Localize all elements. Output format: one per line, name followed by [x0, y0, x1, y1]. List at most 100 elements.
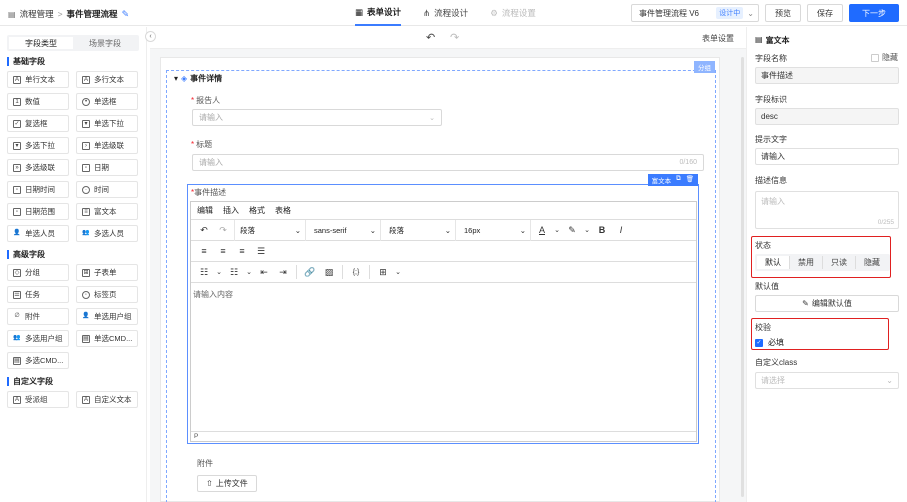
field-item[interactable]: A 单行文本: [7, 71, 69, 88]
field-id-input[interactable]: desc: [755, 108, 899, 125]
align-center-icon[interactable]: ≡: [215, 246, 231, 256]
field-name-input[interactable]: 事件描述: [755, 67, 899, 84]
field-item[interactable]: 1 数值: [7, 93, 69, 110]
align-right-icon[interactable]: ≡: [234, 246, 250, 256]
chevron-down-icon[interactable]: ⌄: [245, 268, 253, 276]
custom-class-select[interactable]: 请选择 ⌄: [755, 372, 899, 389]
field-item[interactable]: ◇ 分组: [7, 264, 69, 281]
block-format-select[interactable]: 段落 ⌄: [234, 219, 306, 241]
chevron-down-icon[interactable]: ⌄: [583, 226, 591, 234]
field-item[interactable]: ◦ 标签页: [76, 286, 138, 303]
field-item[interactable]: ▫ 日期: [76, 159, 138, 176]
numbered-list-icon[interactable]: ☷: [226, 267, 242, 278]
state-option-hidden[interactable]: 隐藏: [856, 256, 888, 269]
field-item[interactable]: • 单选框: [76, 93, 138, 110]
font-family-select[interactable]: sans-serif ⌄: [309, 219, 381, 241]
upload-button[interactable]: ⇧ 上传文件: [197, 475, 257, 492]
field-item[interactable]: ▫ 日期时间: [7, 181, 69, 198]
menu-format[interactable]: 格式: [249, 205, 265, 216]
breadcrumb-root[interactable]: 流程管理: [20, 8, 54, 20]
field-item[interactable]: ▾ 多选下拉: [7, 137, 69, 154]
state-option-readonly[interactable]: 只读: [823, 256, 856, 269]
reporter-label-text: 报告人: [196, 96, 221, 105]
chevron-down-icon[interactable]: ⌄: [215, 268, 223, 276]
next-step-button[interactable]: 下一步: [849, 4, 899, 22]
outdent-icon[interactable]: ⇤: [256, 267, 272, 278]
field-item[interactable]: A 自定义文本: [76, 391, 138, 408]
preview-button[interactable]: 预览: [765, 4, 801, 22]
field-item[interactable]: ▤ 单选CMD...: [76, 330, 138, 347]
field-item[interactable]: A 受派组: [7, 391, 69, 408]
font-size-select[interactable]: 16px ⌄: [459, 219, 531, 241]
align-justify-icon[interactable]: ☰: [253, 246, 269, 257]
reporter-input[interactable]: 请输入 ⌄: [192, 109, 442, 126]
state-radio-group: 默认 禁用 只读 隐藏: [755, 254, 890, 271]
field-item[interactable]: ▾ 单选下拉: [76, 115, 138, 132]
user-groups-icon: 👥: [13, 334, 21, 341]
field-item[interactable]: ∅ 附件: [7, 308, 69, 325]
table-icon[interactable]: ⊞: [375, 267, 391, 278]
redo-icon[interactable]: ↷: [450, 31, 459, 44]
step-flow-design[interactable]: ⋔ 流程设计: [423, 0, 468, 26]
code-icon[interactable]: {;}: [348, 269, 364, 276]
field-item[interactable]: 👥 多选用户组: [7, 330, 69, 347]
text-color-icon[interactable]: A: [534, 225, 550, 235]
field-item[interactable]: ⊞ 子表单: [76, 264, 138, 281]
step-flow-settings[interactable]: ⚙ 流程设置: [490, 0, 536, 26]
required-checkbox[interactable]: ✓ 必填: [755, 337, 784, 348]
title-input[interactable]: 请输入 0/160: [192, 154, 704, 171]
tab-scene-fields[interactable]: 场景字段: [73, 37, 137, 49]
field-item[interactable]: ▫ 日期范围: [7, 203, 69, 220]
field-item[interactable]: 👤 单选用户组: [76, 308, 138, 325]
editor-content[interactable]: 请输入内容: [191, 283, 696, 306]
hide-checkbox[interactable]: 隐藏: [871, 52, 898, 63]
section-header[interactable]: ▾ ◈ 事件详情: [174, 73, 222, 84]
image-icon[interactable]: ▨: [321, 267, 337, 278]
field-item[interactable]: » 多选级联: [7, 159, 69, 176]
collapse-panel-icon[interactable]: ‹: [145, 31, 156, 42]
flow-version-select[interactable]: 事件管理流程 V6 设计中 ⌄: [631, 4, 759, 22]
copy-icon[interactable]: ⧉: [676, 175, 681, 185]
attachment-label: 附件: [197, 459, 213, 468]
field-item[interactable]: · 时间: [76, 181, 138, 198]
canvas-scrollbar[interactable]: [741, 57, 744, 497]
chevron-down-icon[interactable]: ⌄: [394, 268, 402, 276]
step-form-design[interactable]: ▦ 表单设计: [355, 0, 402, 26]
field-item-label: 日期时间: [25, 185, 55, 194]
edit-default-button[interactable]: ✎ 编辑默认值: [755, 295, 899, 312]
tab-field-types[interactable]: 字段类型: [9, 37, 73, 49]
paragraph-select[interactable]: 段落 ⌄: [384, 219, 456, 241]
field-item[interactable]: ▤ 多选CMD...: [7, 352, 69, 369]
field-item[interactable]: ☰ 任务: [7, 286, 69, 303]
field-item[interactable]: 👤 单选人员: [7, 225, 69, 242]
rich-text-field[interactable]: 富文本 ⧉ 🗑 *事件描述 编辑 插入 格式 表格 ↶ ↷ 段落 ⌄ sans-…: [187, 174, 699, 444]
menu-table[interactable]: 表格: [275, 205, 291, 216]
save-button[interactable]: 保存: [807, 4, 843, 22]
bullet-list-icon[interactable]: ☷: [196, 267, 212, 278]
menu-edit[interactable]: 编辑: [197, 205, 213, 216]
indent-icon[interactable]: ⇥: [275, 267, 291, 278]
undo-icon[interactable]: ↶: [196, 225, 212, 236]
field-item[interactable]: A 多行文本: [76, 71, 138, 88]
field-item[interactable]: 👥 多选人员: [76, 225, 138, 242]
bold-icon[interactable]: B: [594, 225, 610, 235]
align-left-icon[interactable]: ≡: [196, 246, 212, 256]
link-icon[interactable]: 🔗: [302, 267, 318, 278]
italic-icon[interactable]: I: [613, 225, 629, 235]
state-option-default[interactable]: 默认: [757, 256, 790, 269]
menu-insert[interactable]: 插入: [223, 205, 239, 216]
chevron-down-icon[interactable]: ⌄: [553, 226, 561, 234]
field-item[interactable]: › 单选级联: [76, 137, 138, 154]
field-item[interactable]: ✓ 复选框: [7, 115, 69, 132]
redo-icon[interactable]: ↷: [215, 225, 231, 236]
delete-icon[interactable]: 🗑: [686, 175, 694, 185]
undo-icon[interactable]: ↶: [426, 31, 435, 44]
field-item[interactable]: ≡ 富文本: [76, 203, 138, 220]
edit-title-icon[interactable]: ✎: [122, 9, 130, 20]
highlight-icon[interactable]: ✎: [564, 225, 580, 236]
form-settings-link[interactable]: 表单设置: [702, 33, 734, 44]
description-textarea[interactable]: 请输入 0/255: [755, 191, 899, 229]
state-option-disabled[interactable]: 禁用: [790, 256, 823, 269]
hint-input[interactable]: 请输入: [755, 148, 899, 165]
section-group[interactable]: 分组 ▾ ◈ 事件详情 * 报告人 请输入 ⌄ * 标题 请输入 0/160 富文本…: [166, 61, 716, 502]
